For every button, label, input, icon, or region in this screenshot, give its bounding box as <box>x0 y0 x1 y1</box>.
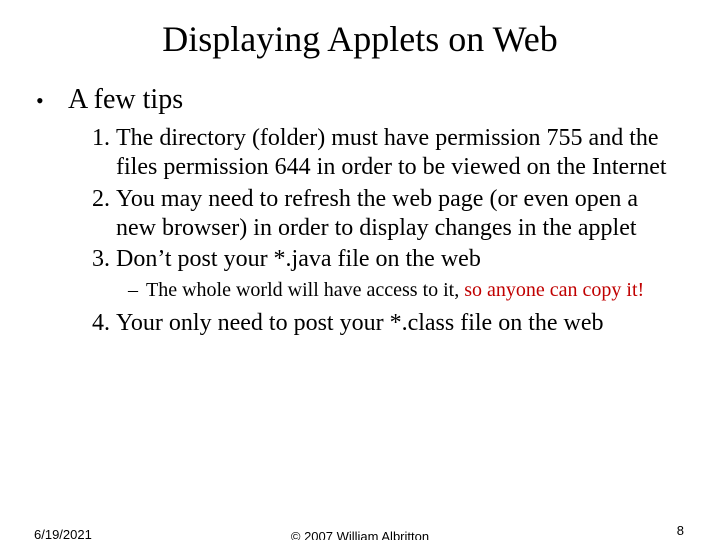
numbered-list-continued: 4. Your only need to post your *.class f… <box>92 309 684 338</box>
bullet-marker: • <box>36 87 68 115</box>
slide-title: Displaying Applets on Web <box>0 18 720 60</box>
sub-item-text: The whole world will have access to it, … <box>146 278 684 303</box>
list-item: 4. Your only need to post your *.class f… <box>92 309 684 338</box>
sub-item-text-warning: so anyone can copy it! <box>459 279 644 301</box>
sub-item: – The whole world will have access to it… <box>128 278 684 303</box>
list-item: 3. Don’t post your *.java file on the we… <box>92 245 684 274</box>
sub-item-text-normal: The whole world will have access to it, <box>146 279 459 301</box>
item-text: You may need to refresh the web page (or… <box>116 185 684 244</box>
item-text: Don’t post your *.java file on the web <box>116 245 684 274</box>
footer-page-number: 8 <box>677 523 684 538</box>
item-number: 2. <box>92 185 116 244</box>
item-number: 1. <box>92 124 116 183</box>
item-number: 3. <box>92 245 116 274</box>
item-text: Your only need to post your *.class file… <box>116 309 684 338</box>
list-item: 1. The directory (folder) must have perm… <box>92 124 684 183</box>
slide: Displaying Applets on Web • A few tips 1… <box>0 18 720 540</box>
sub-item-dash: – <box>128 278 146 303</box>
item-text: The directory (folder) must have permiss… <box>116 124 684 183</box>
sub-list: – The whole world will have access to it… <box>128 278 684 303</box>
bullet-heading: • A few tips <box>36 84 684 116</box>
item-number: 4. <box>92 309 116 338</box>
bullet-text: A few tips <box>68 84 183 116</box>
numbered-list: 1. The directory (folder) must have perm… <box>92 124 684 274</box>
list-item: 2. You may need to refresh the web page … <box>92 185 684 244</box>
footer-copyright: © 2007 William Albritton <box>0 529 720 540</box>
slide-content: • A few tips 1. The directory (folder) m… <box>0 84 720 339</box>
